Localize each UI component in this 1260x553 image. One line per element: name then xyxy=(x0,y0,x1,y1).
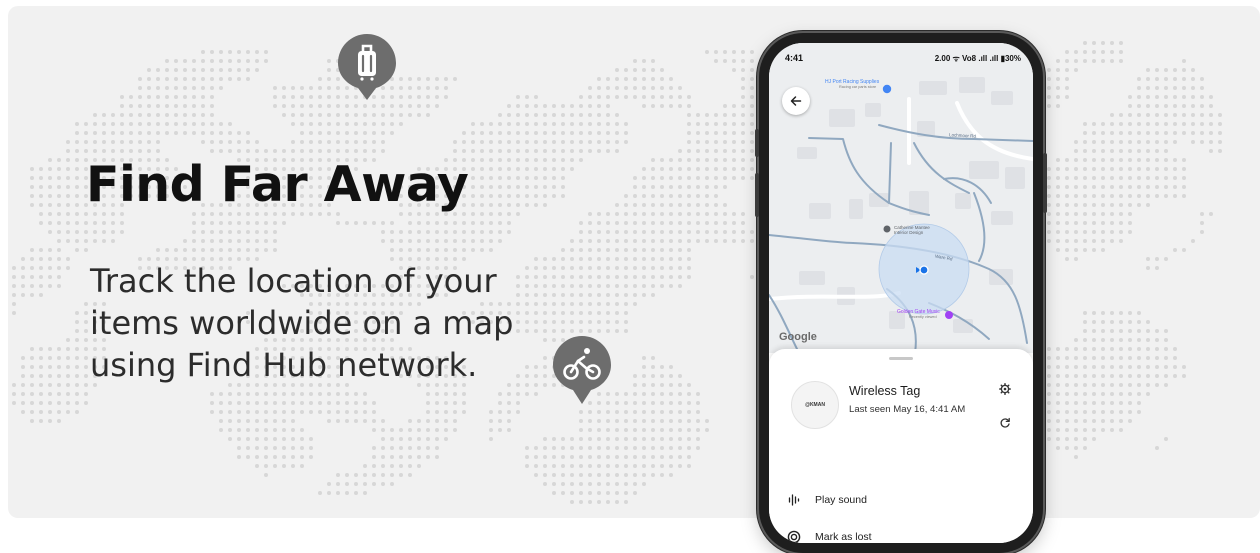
device-name: Wireless Tag xyxy=(849,384,921,398)
map-canvas xyxy=(769,77,1033,353)
device-thumbnail: @KMAN xyxy=(791,381,839,429)
last-seen-text: Last seen May 16, 4:41 AM xyxy=(849,404,966,415)
description-line: using Find Hub network. xyxy=(90,346,478,384)
map-place-label: Catherine Mantee Interior Design xyxy=(894,225,930,235)
status-indicators: 2.00 ᯤ Vo8 .ıll .ıll ▮30% xyxy=(934,54,1021,63)
google-logo: Google xyxy=(779,331,817,343)
play-sound-label: Play sound xyxy=(815,494,867,506)
back-arrow-icon xyxy=(790,96,802,106)
map-business-sublabel: Racing car parts store xyxy=(839,85,877,89)
device-brand: @KMAN xyxy=(805,402,825,408)
location-dot xyxy=(919,265,929,275)
headline: Find Far Away xyxy=(86,156,469,213)
description-line: items worldwide on a map xyxy=(90,304,514,342)
map-view[interactable]: HJ Port Racing Supplies Racing car parts… xyxy=(769,43,1033,353)
luggage-icon xyxy=(358,44,376,81)
description: Track the location of your items worldwi… xyxy=(90,260,560,386)
sheet-drag-handle[interactable] xyxy=(889,357,913,360)
bicycle-pin xyxy=(553,336,611,404)
status-time: 4:41 xyxy=(785,53,804,63)
status-bar: 4:41 2.00 ᯤ Vo8 .ıll .ıll ▮30% xyxy=(769,43,1033,69)
phone-screen: HJ Port Racing Supplies Racing car parts… xyxy=(769,43,1033,543)
sound-wave-icon xyxy=(785,491,803,509)
play-sound-action[interactable]: Play sound xyxy=(785,489,1015,511)
description-line: Track the location of your xyxy=(90,262,497,300)
map-music-sublabel: Recently viewed xyxy=(909,315,937,319)
luggage-pin xyxy=(338,34,396,100)
back-button[interactable] xyxy=(782,87,810,115)
gear-icon xyxy=(999,383,1011,395)
phone-mockup: HJ Port Racing Supplies Racing car parts… xyxy=(755,33,1047,553)
device-bottom-sheet: @KMAN Wireless Tag Last seen May 16, 4:4… xyxy=(769,349,1033,543)
refresh-icon xyxy=(1000,417,1010,428)
mark-as-lost-action[interactable]: Mark as lost xyxy=(785,526,1015,543)
device-settings-button[interactable] xyxy=(997,381,1013,397)
refresh-button[interactable] xyxy=(997,415,1013,431)
mark-as-lost-label: Mark as lost xyxy=(815,531,872,543)
banner: Find Far Away Track the location of your… xyxy=(8,6,1260,518)
mark-lost-icon xyxy=(785,528,803,543)
